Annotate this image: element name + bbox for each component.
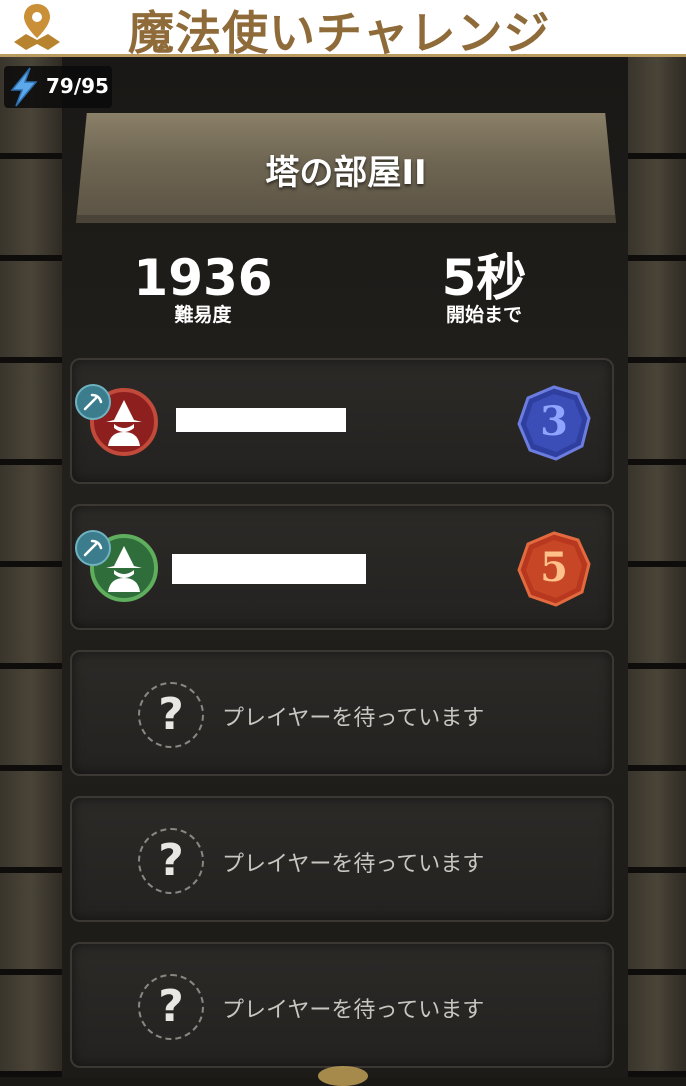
countdown-value: 5秒 <box>441 249 527 307</box>
bottom-ornament <box>318 1066 368 1086</box>
waiting-text: プレイヤーを待っています <box>222 852 485 877</box>
lightning-bolt-icon <box>10 67 38 107</box>
rank-gem: 5 <box>516 530 592 608</box>
header-bar: 魔法使いチャレンジ <box>0 0 686 60</box>
rank-gem: 3 <box>516 384 592 462</box>
difficulty-stat: 1936 難易度 <box>128 252 278 326</box>
waiting-text: プレイヤーを待っています <box>222 998 485 1023</box>
waiting-indicator: ? プレイヤーを待っています <box>138 682 578 748</box>
class-badge-icon <box>75 530 111 566</box>
energy-counter: 79/95 <box>4 66 112 108</box>
energy-value: 79/95 <box>46 74 109 98</box>
waiting-slot[interactable]: ? プレイヤーを待っています <box>70 942 614 1068</box>
waiting-slot[interactable]: ? プレイヤーを待っています <box>70 796 614 922</box>
rank-number: 3 <box>540 398 568 445</box>
pickaxe-icon <box>83 393 103 411</box>
question-mark-icon: ? <box>138 828 204 894</box>
screen-title: 魔法使いチャレンジ <box>128 6 551 60</box>
player-slot[interactable]: 5 <box>70 504 614 630</box>
player-name-redacted <box>172 554 366 584</box>
stone-wall-right <box>628 57 686 1077</box>
player-name-redacted <box>176 408 346 432</box>
countdown-label: 開始まで <box>445 304 522 326</box>
room-name: 塔の部屋II <box>265 153 427 193</box>
question-mark-icon: ? <box>138 974 204 1040</box>
waiting-slot[interactable]: ? プレイヤーを待っています <box>70 650 614 776</box>
difficulty-label: 難易度 <box>174 304 232 326</box>
class-badge-icon <box>75 384 111 420</box>
difficulty-value: 1936 <box>133 249 273 307</box>
rank-number: 5 <box>540 544 568 591</box>
pickaxe-icon <box>83 539 103 557</box>
map-pin-icon[interactable] <box>10 2 64 52</box>
stone-wall-left <box>0 57 62 1077</box>
waiting-text: プレイヤーを待っています <box>222 706 485 731</box>
waiting-indicator: ? プレイヤーを待っています <box>138 828 578 894</box>
player-slot[interactable]: 3 <box>70 358 614 484</box>
countdown-stat: 5秒 開始まで <box>404 252 564 326</box>
room-plaque: 塔の部屋II <box>76 113 616 223</box>
waiting-indicator: ? プレイヤーを待っています <box>138 974 578 1040</box>
question-mark-icon: ? <box>138 682 204 748</box>
